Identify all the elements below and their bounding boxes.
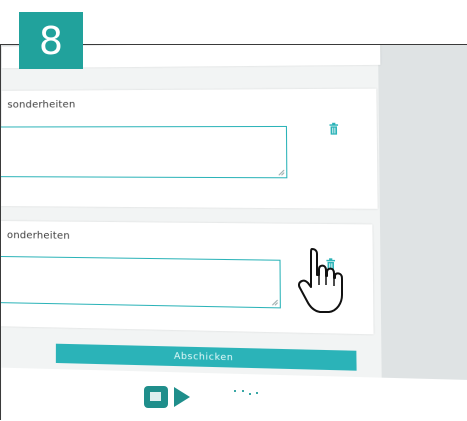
tilted-page: sonderheiten onderheiten Abschicken xyxy=(1,45,467,420)
trash-icon[interactable] xyxy=(328,122,339,135)
submit-button[interactable]: Abschicken xyxy=(55,343,357,371)
besonderheiten-textarea-1[interactable] xyxy=(1,125,288,179)
resize-grip-icon[interactable] xyxy=(271,299,278,306)
hand-pointer-icon xyxy=(297,248,343,313)
field-label-besonderheiten-2: onderheiten xyxy=(6,230,70,242)
play-store-logo xyxy=(174,387,190,407)
field-label-besonderheiten-1: sonderheiten xyxy=(7,99,76,111)
form-panel: sonderheiten onderheiten Abschicken xyxy=(1,45,383,420)
browser-viewport: sonderheiten onderheiten Abschicken xyxy=(1,45,467,420)
besonderheiten-textarea-2[interactable] xyxy=(1,255,281,309)
entry-card-1: sonderheiten xyxy=(1,88,378,209)
resize-grip-icon[interactable] xyxy=(278,169,285,176)
footer-logos xyxy=(144,386,258,408)
step-number-badge: 8 xyxy=(19,12,83,69)
